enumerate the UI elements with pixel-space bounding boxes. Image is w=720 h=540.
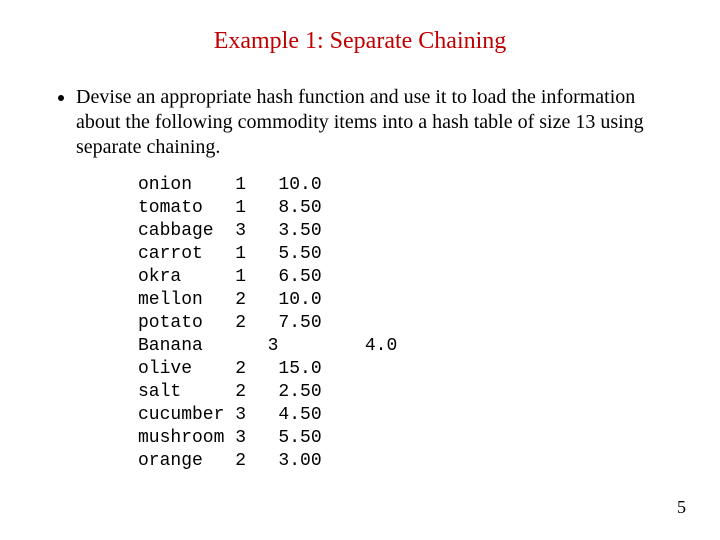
table-row: carrot 1 5.50: [138, 244, 322, 264]
table-row: Banana 3 4.0: [138, 336, 397, 356]
table-row: salt 2 2.50: [138, 382, 322, 402]
table-row: mellon 2 10.0: [138, 290, 322, 310]
table-row: tomato 1 8.50: [138, 198, 322, 218]
table-row: cabbage 3 3.50: [138, 221, 322, 241]
page-number: 5: [677, 497, 686, 518]
slide: Example 1: Separate Chaining Devise an a…: [0, 0, 720, 540]
table-row: cucumber 3 4.50: [138, 405, 322, 425]
commodity-table: onion 1 10.0 tomato 1 8.50 cabbage 3 3.5…: [138, 174, 670, 473]
bullet-list: Devise an appropriate hash function and …: [50, 85, 670, 160]
table-row: olive 2 15.0: [138, 359, 322, 379]
table-row: mushroom 3 5.50: [138, 428, 322, 448]
table-row: orange 2 3.00: [138, 451, 322, 471]
slide-title: Example 1: Separate Chaining: [0, 0, 720, 55]
body-area: Devise an appropriate hash function and …: [0, 55, 720, 473]
table-row: onion 1 10.0: [138, 175, 322, 195]
table-row: okra 1 6.50: [138, 267, 322, 287]
table-row: potato 2 7.50: [138, 313, 322, 333]
bullet-item: Devise an appropriate hash function and …: [76, 85, 670, 160]
